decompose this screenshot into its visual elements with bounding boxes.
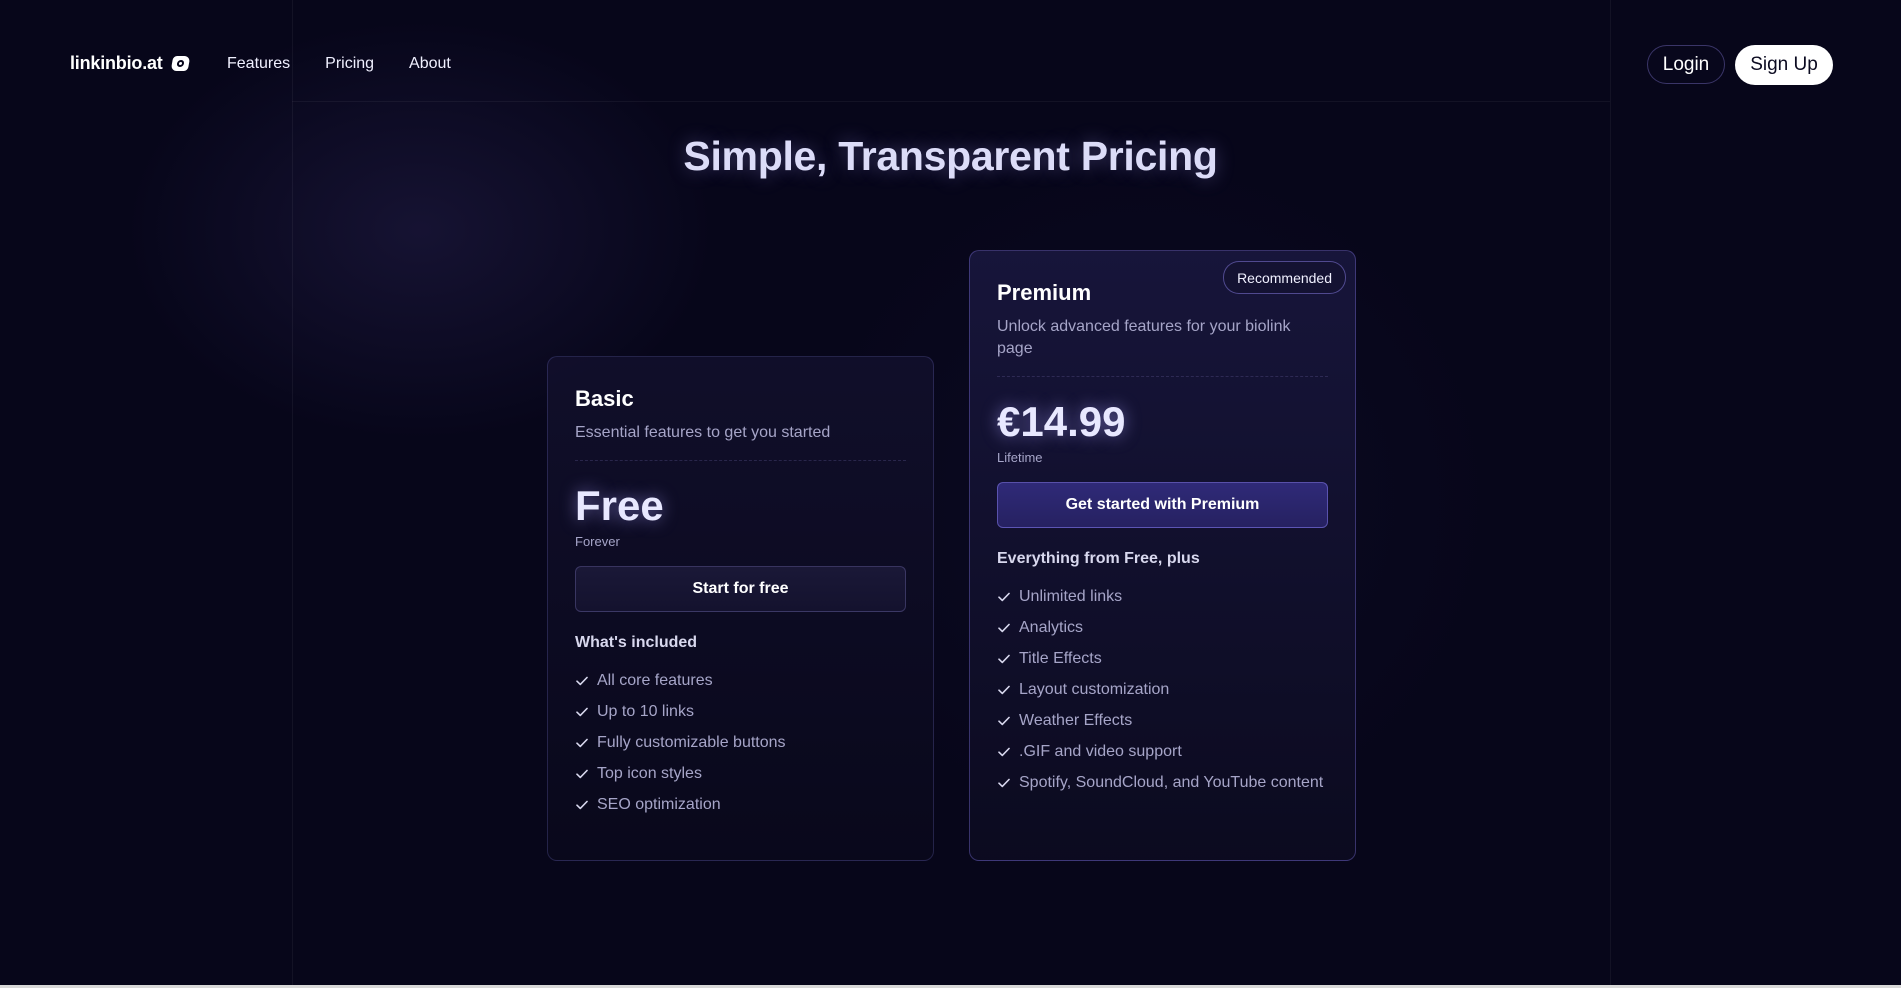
check-icon <box>575 763 588 785</box>
includes-title: Everything from Free, plus <box>997 550 1200 567</box>
check-icon <box>997 679 1010 701</box>
feature-text: Layout customization <box>1019 681 1170 698</box>
check-icon <box>997 710 1010 732</box>
brand-logo[interactable]: linkinbio.at <box>70 53 190 74</box>
nav-link-pricing[interactable]: Pricing <box>325 55 374 73</box>
plan-period: Forever <box>575 534 620 549</box>
feature-text: Unlimited links <box>1019 588 1123 605</box>
login-button[interactable]: Login <box>1647 45 1725 84</box>
plan-period: Lifetime <box>997 450 1043 465</box>
plan-price: €14.99 <box>997 398 1126 445</box>
link-icon <box>170 56 190 71</box>
feature-item: Spotify, SoundCloud, and YouTube content <box>997 772 1328 794</box>
brand-name: linkinbio.at <box>70 53 163 73</box>
check-icon <box>997 617 1010 639</box>
feature-text: .GIF and video support <box>1019 743 1182 760</box>
feature-list: Unlimited links Analytics Title Effects … <box>997 586 1328 794</box>
recommended-badge: Recommended <box>1223 261 1346 294</box>
feature-text: Spotify, SoundCloud, and YouTube content <box>1019 774 1324 791</box>
nav-link-features[interactable]: Features <box>227 55 290 73</box>
feature-list: All core features Up to 10 links Fully c… <box>575 670 906 816</box>
divider <box>997 376 1328 378</box>
feature-item: .GIF and video support <box>997 741 1328 763</box>
check-icon <box>997 648 1010 670</box>
top-nav: linkinbio.at Features Pricing About Logi… <box>0 0 1901 130</box>
page-title: Simple, Transparent Pricing <box>683 133 1218 179</box>
check-icon <box>997 586 1010 608</box>
feature-text: Top icon styles <box>597 765 702 782</box>
check-icon <box>997 772 1010 794</box>
check-icon <box>997 741 1010 763</box>
feature-item: Weather Effects <box>997 710 1328 732</box>
check-icon <box>575 794 588 816</box>
plan-name: Basic <box>575 386 634 411</box>
plan-card-premium: Recommended Premium Unlock advanced feat… <box>969 250 1356 861</box>
feature-item: All core features <box>575 670 906 692</box>
feature-item: Analytics <box>997 617 1328 639</box>
feature-item: Up to 10 links <box>575 701 906 723</box>
check-icon <box>575 732 588 754</box>
feature-item: Top icon styles <box>575 763 906 785</box>
feature-text: Title Effects <box>1019 650 1102 667</box>
check-icon <box>575 670 588 692</box>
divider <box>575 460 906 462</box>
nav-links: Features Pricing About <box>227 55 451 73</box>
plan-description: Essential features to get you started <box>575 424 831 441</box>
feature-text: All core features <box>597 672 713 689</box>
feature-item: Layout customization <box>997 679 1328 701</box>
nav-link-about[interactable]: About <box>409 55 451 73</box>
plan-card-basic: Basic Essential features to get you star… <box>547 356 934 861</box>
feature-item: Unlimited links <box>997 586 1328 608</box>
start-free-button[interactable]: Start for free <box>575 566 906 612</box>
includes-title: What's included <box>575 634 698 651</box>
signup-button[interactable]: Sign Up <box>1735 45 1833 85</box>
feature-text: SEO optimization <box>597 796 721 813</box>
feature-text: Fully customizable buttons <box>597 734 786 751</box>
pricing-page: linkinbio.at Features Pricing About Logi… <box>0 0 1901 988</box>
feature-text: Weather Effects <box>1019 712 1133 729</box>
check-icon <box>575 701 588 723</box>
feature-item: Title Effects <box>997 648 1328 670</box>
feature-item: SEO optimization <box>575 794 906 816</box>
get-premium-button[interactable]: Get started with Premium <box>997 482 1328 528</box>
feature-text: Analytics <box>1019 619 1084 636</box>
feature-item: Fully customizable buttons <box>575 732 906 754</box>
feature-text: Up to 10 links <box>597 703 694 720</box>
plan-price: Free <box>575 482 664 529</box>
plan-description: Unlock advanced features for your biolin… <box>997 318 1291 357</box>
